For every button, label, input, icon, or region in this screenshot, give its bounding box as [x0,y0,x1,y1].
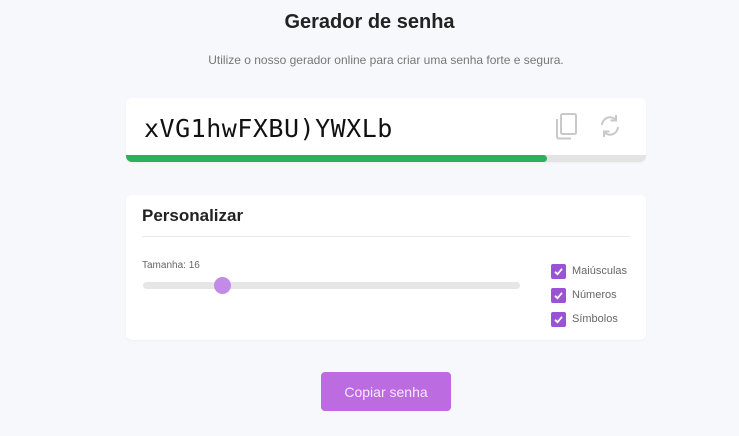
page-title: Gerador de senha [284,11,455,33]
refresh-icon[interactable] [596,112,624,140]
option-numbers[interactable]: Números [551,283,627,307]
divider [142,236,630,237]
option-symbols[interactable]: Símbolos [551,307,627,331]
customize-card: Personalizar Tamanha: 16 Maiúsculas Núme… [126,195,646,340]
checkbox-checked-icon[interactable] [551,311,566,327]
size-label: Tamanha: 16 [142,260,200,271]
options-list: Maiúsculas Números Símbolos [551,259,627,331]
strength-bar-fill [126,155,548,162]
customize-title: Personalizar [142,206,244,225]
option-label: Maiúsculas [572,265,628,277]
option-label: Números [572,289,617,301]
password-generator-page: Gerador de senha Utilize o nosso gerador… [0,0,739,436]
option-uppercase[interactable]: Maiúsculas [551,259,627,283]
checkbox-checked-icon[interactable] [551,287,566,303]
copy-icon[interactable] [553,112,581,140]
generated-password[interactable]: xVG1hwFXBU)YWXLb [144,114,393,143]
page-subtitle: Utilize o nosso gerador online para cria… [208,53,564,67]
length-slider[interactable] [143,277,520,294]
slider-thumb[interactable] [214,277,232,294]
checkbox-checked-icon[interactable] [551,263,566,279]
password-card: xVG1hwFXBU)YWXLb [126,98,646,162]
copy-password-button[interactable]: Copiar senha [321,372,451,411]
strength-bar [126,155,646,162]
option-label: Símbolos [572,313,618,325]
